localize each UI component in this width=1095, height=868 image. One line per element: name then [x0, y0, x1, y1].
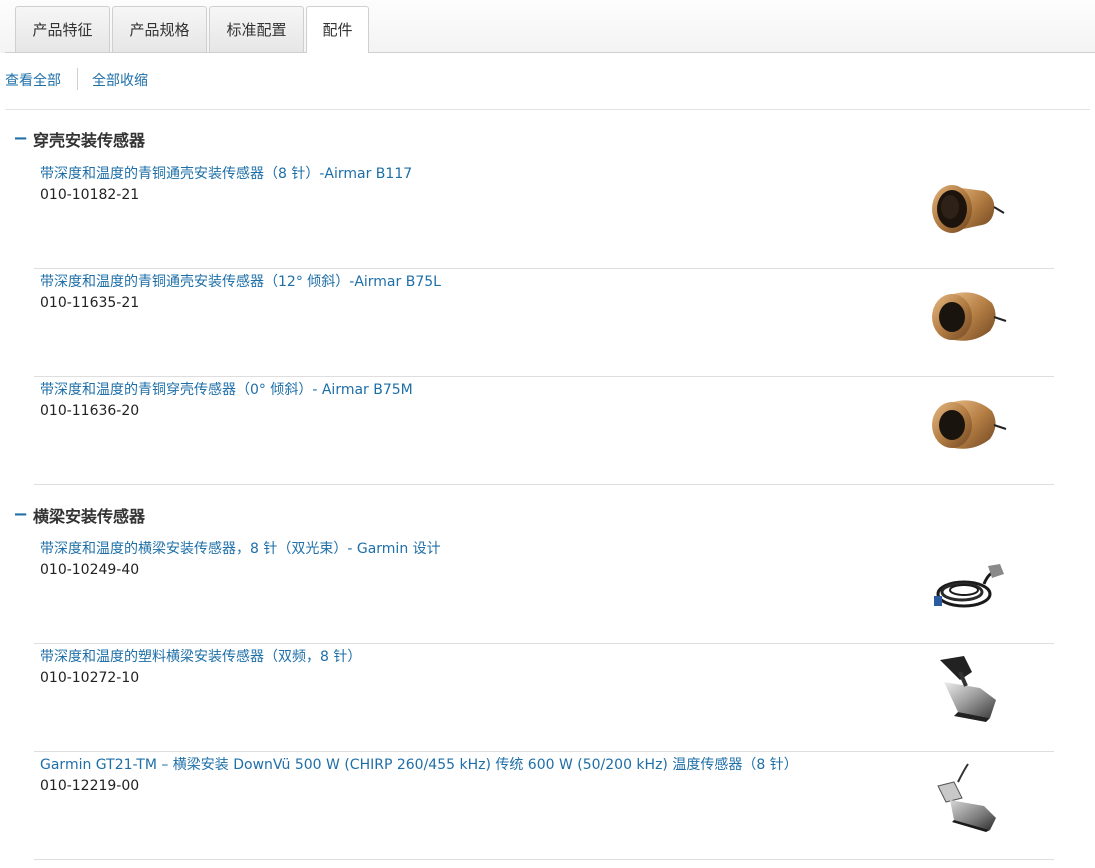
row-divider — [34, 859, 1054, 860]
product-sku: 010-12219-00 — [40, 778, 140, 794]
tab-specs[interactable]: 产品规格 — [112, 6, 207, 52]
collapse-all-link[interactable]: 全部收缩 — [92, 70, 148, 90]
row-divider — [34, 484, 1054, 485]
tab-bar: 产品特征 产品规格 标准配置 配件 — [0, 0, 1095, 53]
list-item: Garmin GT21-TM – 横梁安装 DownVü 500 W (CHIR… — [34, 752, 1054, 860]
product-sku: 010-11636-20 — [40, 403, 140, 419]
collapse-section-icon[interactable]: − — [13, 130, 28, 151]
plastic-transom-transducer-icon[interactable] — [924, 652, 1008, 728]
transom-cable-transducer-icon[interactable] — [924, 544, 1008, 620]
list-item: 带深度和温度的青铜通壳安装传感器（8 针）-Airmar B117 010-10… — [34, 161, 1054, 269]
section-title: 横梁安装传感器 — [33, 507, 146, 526]
list-item: 带深度和温度的青铜穿壳传感器（0° 倾斜）- Airmar B75M 010-1… — [34, 377, 1054, 485]
product-link[interactable]: 带深度和温度的塑料横梁安装传感器（双频，8 针） — [40, 648, 361, 666]
product-sku: 010-10249-40 — [40, 562, 140, 578]
tab-features[interactable]: 产品特征 — [15, 6, 110, 52]
toolbar-divider — [5, 109, 1090, 110]
toolbar-separator — [77, 68, 78, 90]
expand-all-link[interactable]: 查看全部 — [5, 70, 61, 90]
product-link[interactable]: 带深度和温度的青铜穿壳传感器（0° 倾斜）- Airmar B75M — [40, 381, 413, 399]
product-sku: 010-10182-21 — [40, 187, 140, 203]
section-title: 穿壳安装传感器 — [33, 131, 146, 150]
list-item: 带深度和温度的塑料横梁安装传感器（双频，8 针） 010-10272-10 — [34, 644, 1054, 752]
list-item: 带深度和温度的青铜通壳安装传感器（12° 倾斜）-Airmar B75L 010… — [34, 269, 1054, 377]
product-link[interactable]: 带深度和温度的横梁安装传感器，8 针（双光束）- Garmin 设计 — [40, 540, 441, 558]
product-sku: 010-11635-21 — [40, 295, 140, 311]
list-item: 带深度和温度的横梁安装传感器，8 针（双光束）- Garmin 设计 010-1… — [34, 536, 1054, 644]
product-link[interactable]: Garmin GT21-TM – 横梁安装 DownVü 500 W (CHIR… — [40, 756, 798, 774]
tab-in-the-box[interactable]: 标准配置 — [209, 6, 304, 52]
product-link[interactable]: 带深度和温度的青铜通壳安装传感器（12° 倾斜）-Airmar B75L — [40, 273, 441, 291]
gt21-transducer-icon[interactable] — [924, 760, 1008, 836]
collapse-section-icon[interactable]: − — [13, 506, 28, 527]
product-sku: 010-10272-10 — [40, 670, 140, 686]
bronze-tilted-transducer-icon[interactable] — [924, 385, 1008, 461]
bronze-thru-hull-transducer-icon[interactable] — [924, 169, 1008, 245]
tab-accessories[interactable]: 配件 — [306, 6, 369, 53]
bronze-tilted-transducer-icon[interactable] — [924, 277, 1008, 353]
product-link[interactable]: 带深度和温度的青铜通壳安装传感器（8 针）-Airmar B117 — [40, 165, 412, 183]
